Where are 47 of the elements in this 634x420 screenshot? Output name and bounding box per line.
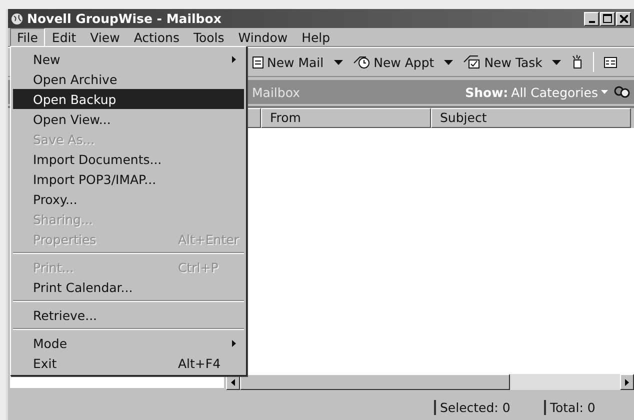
- menu-item[interactable]: Actions: [126, 28, 186, 46]
- maximize-icon: [603, 14, 612, 23]
- document-icon: [252, 55, 264, 69]
- folder-title: Mailbox: [252, 84, 301, 100]
- close-icon: [620, 14, 628, 22]
- menu-item[interactable]: Open Backup: [13, 89, 244, 109]
- toolbar-button[interactable]: New Mail: [252, 54, 324, 70]
- menu-item[interactable]: Mode: [13, 333, 244, 353]
- menu-item[interactable]: Proxy...: [13, 189, 244, 209]
- menu-item[interactable]: Print Calendar...: [13, 277, 244, 297]
- clock-icon: [352, 55, 371, 69]
- menu-item[interactable]: Help: [294, 28, 338, 46]
- column-header[interactable]: From: [261, 108, 431, 128]
- menu-item[interactable]: Window: [231, 28, 295, 46]
- column-header[interactable]: Subject: [431, 108, 631, 128]
- new-item-icon[interactable]: [571, 55, 584, 69]
- status-text: Selected: 0: [434, 400, 544, 414]
- menu-item[interactable]: Open View...: [13, 109, 244, 129]
- close-button[interactable]: [616, 12, 631, 26]
- toolbar-button[interactable]: New Task: [463, 54, 542, 70]
- menu-item[interactable]: Import POP3/IMAP...: [13, 169, 244, 189]
- dropdown-caret-icon: [601, 90, 608, 94]
- menu-item[interactable]: New: [13, 49, 244, 69]
- menu-item[interactable]: Open Archive: [13, 69, 244, 89]
- maximize-button[interactable]: [600, 12, 615, 26]
- window-title: Novell GroupWise - Mailbox: [27, 11, 222, 26]
- dropdown-caret-icon: [552, 60, 562, 64]
- horizontal-scrollbar[interactable]: [226, 374, 634, 390]
- toolbar-button[interactable]: New Appt: [352, 54, 434, 70]
- menu-item[interactable]: Tools: [186, 28, 232, 46]
- panel-icon[interactable]: [604, 56, 618, 68]
- menu-item[interactable]: View: [83, 28, 127, 46]
- left-arrow-icon: [231, 378, 235, 386]
- minimize-button[interactable]: [584, 12, 599, 26]
- menu-item[interactable]: Import Documents...: [13, 149, 244, 169]
- checkbox-icon: [463, 55, 482, 69]
- minimize-icon: [588, 20, 594, 22]
- menu-item[interactable]: Exit Alt+F4: [13, 353, 244, 373]
- status-text: Total: 0: [544, 400, 634, 414]
- globe-icon: [11, 12, 23, 24]
- menu-item[interactable]: Retrieve...: [13, 305, 244, 325]
- dropdown-caret-icon: [444, 60, 454, 64]
- dropdown-caret-icon: [334, 60, 343, 64]
- menu-item[interactable]: Edit: [44, 28, 84, 46]
- glasses-icon[interactable]: [614, 86, 630, 98]
- right-arrow-icon: [625, 378, 629, 386]
- shortcut-text: Alt+F4: [178, 356, 222, 370]
